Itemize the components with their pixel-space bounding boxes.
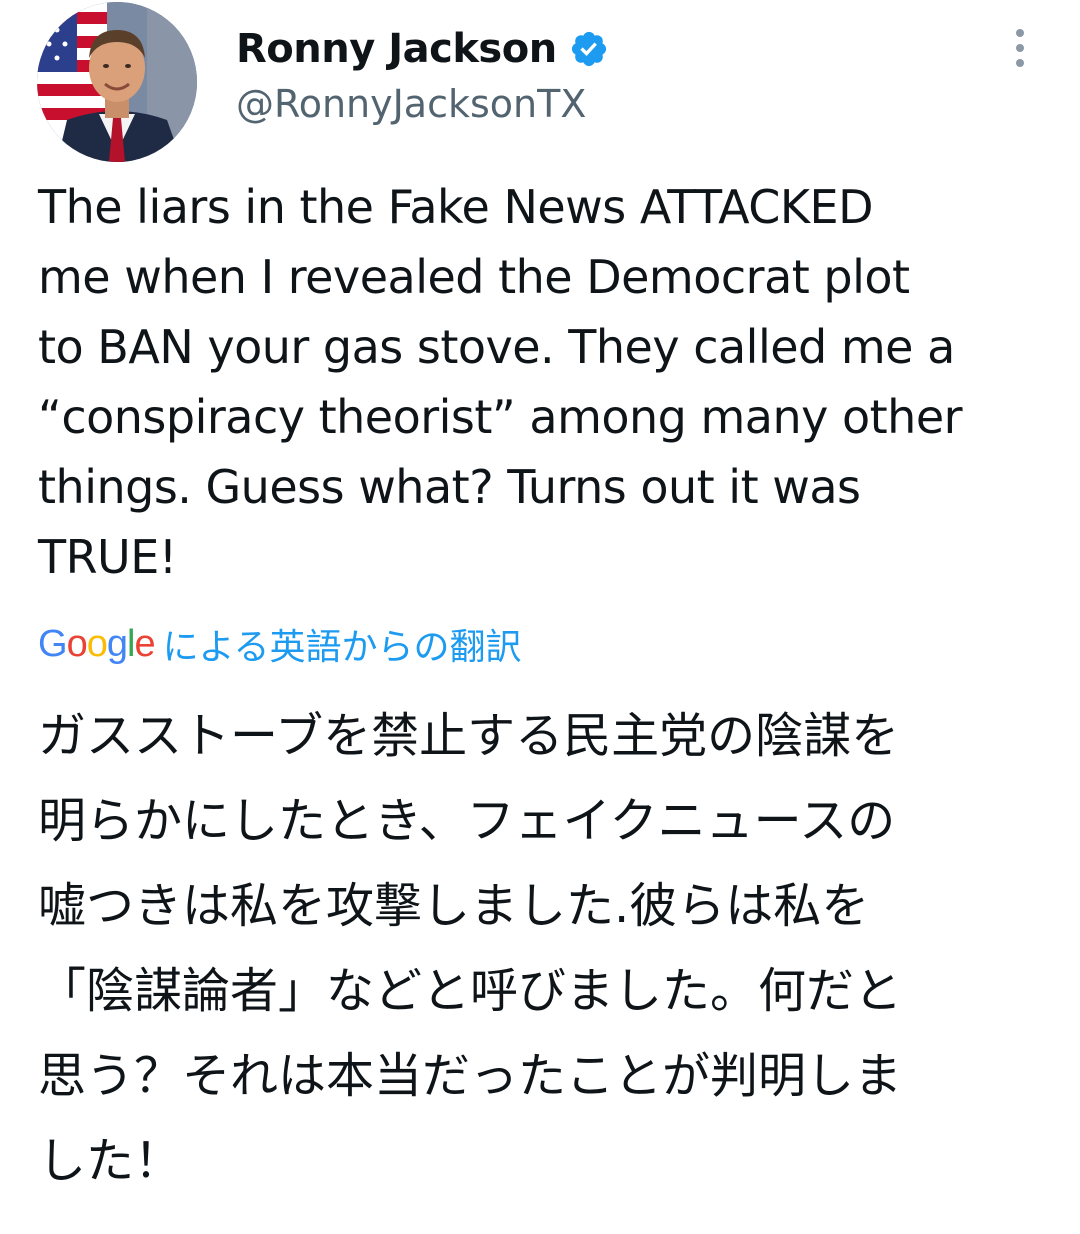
google-logo-letter: G [38, 622, 68, 665]
more-vertical-icon-dot [1016, 44, 1024, 52]
translated-text: ガスストーブを禁止する民主党の陰謀を 明らかにしたとき、フェイクニュースの 嘘つ… [38, 708, 903, 1189]
author-display-name[interactable]: Ronny Jackson [236, 26, 557, 72]
tweet-text: The liars in the Fake News ATTACKED me w… [38, 180, 963, 584]
avatar[interactable] [37, 2, 197, 162]
google-logo-letter: o [66, 622, 88, 665]
author-name-row: Ronny Jackson [236, 22, 609, 76]
google-logo-letter: e [134, 622, 155, 665]
translation-attribution[interactable]: Google による英語からの翻訳 [38, 616, 522, 672]
translation-label[interactable]: による英語からの翻訳 [163, 618, 522, 670]
author-handle[interactable]: @RonnyJacksonTX [236, 82, 609, 126]
google-logo: Google [38, 622, 156, 666]
more-vertical-icon-dot [1016, 59, 1024, 67]
tweet: Ronny Jackson @RonnyJacksonTX The liars … [0, 0, 1080, 1234]
google-logo-letter: g [106, 622, 128, 665]
avatar-photo [37, 2, 197, 162]
tweet-author: Ronny Jackson @RonnyJacksonTX [236, 22, 609, 126]
verified-badge-icon[interactable] [569, 29, 609, 69]
google-logo-letter: l [126, 622, 136, 665]
more-options-button[interactable] [1000, 20, 1040, 76]
more-vertical-icon [1016, 29, 1024, 37]
google-logo-letter: o [86, 622, 108, 665]
